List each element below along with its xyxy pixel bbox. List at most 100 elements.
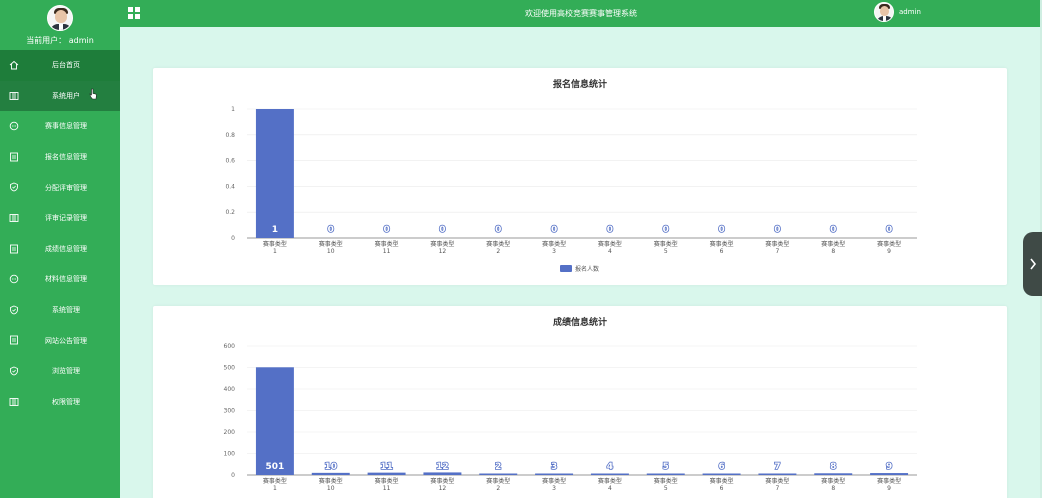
document-icon <box>9 335 19 345</box>
score-chart: 成绩信息统计0100200300400500600501赛事类型110赛事类型1… <box>224 316 917 492</box>
x-tick-label-line2: 10 <box>327 248 335 255</box>
x-tick-label: 赛事类型 <box>710 477 734 485</box>
x-tick-label-line2: 5 <box>664 485 668 492</box>
shield-icon <box>9 182 19 192</box>
current-user-name: admin <box>68 36 94 45</box>
message-icon <box>9 121 19 131</box>
current-user-text: 当前用户： admin <box>0 35 120 46</box>
x-tick-label: 赛事类型 <box>486 477 510 485</box>
bar-data-label: 0 <box>607 225 613 235</box>
shield-icon <box>9 366 19 376</box>
legend-swatch <box>560 265 572 272</box>
bar-data-label: 10 <box>324 462 337 472</box>
bar-data-label: 0 <box>718 225 724 235</box>
x-tick-label: 赛事类型 <box>765 240 789 248</box>
score-chart-panel: 成绩信息统计 0 100 200 300 400 500 600 501 赛事类型 1 10 赛事类型 1… <box>153 306 1007 498</box>
shield-icon <box>9 305 19 315</box>
y-tick-label: 0.2 <box>225 209 235 216</box>
avatar[interactable] <box>47 5 73 31</box>
document-icon <box>9 244 19 254</box>
bar-data-label: 0 <box>886 225 892 235</box>
y-tick-label: 0.6 <box>225 158 235 165</box>
bar-data-label: 0 <box>383 225 389 235</box>
columns-icon <box>9 213 19 223</box>
x-tick-label-line2: 6 <box>720 485 724 492</box>
x-tick-label-line2: 2 <box>496 248 500 255</box>
x-tick-label: 赛事类型 <box>821 240 845 248</box>
x-tick-label-line2: 2 <box>496 485 500 492</box>
x-tick-label: 赛事类型 <box>821 477 845 485</box>
bar-data-label: 11 <box>380 462 393 472</box>
x-tick-label-line2: 3 <box>552 485 556 492</box>
chart-bar <box>367 472 406 475</box>
sidebar-item-1[interactable]: 后台首页 <box>0 50 120 81</box>
chart-bar <box>255 109 294 238</box>
chart-bar <box>870 473 909 475</box>
y-tick-label: 600 <box>224 343 236 350</box>
x-tick-label: 赛事类型 <box>598 477 622 485</box>
sidebar-item-11[interactable]: 浏览管理 <box>0 356 120 387</box>
x-tick-label-line2: 11 <box>383 485 391 492</box>
x-tick-label: 赛事类型 <box>263 477 287 485</box>
chart-bar <box>255 367 294 475</box>
sidebar-item-4[interactable]: 报名信息管理 <box>0 142 120 173</box>
bar-data-label: 7 <box>774 462 780 472</box>
sidebar-item-5[interactable]: 分配评审管理 <box>0 172 120 203</box>
x-tick-label: 赛事类型 <box>430 240 454 248</box>
chart-bar <box>535 473 574 475</box>
bar-data-label: 501 <box>266 462 285 472</box>
bar-data-label: 1 <box>272 225 278 235</box>
document-icon <box>9 152 19 162</box>
x-tick-label: 赛事类型 <box>263 240 287 248</box>
bar-data-label: 0 <box>663 225 669 235</box>
chart-bar <box>590 473 629 475</box>
x-tick-label-line2: 9 <box>887 485 891 492</box>
sidebar-user-box: 当前用户： admin <box>0 0 120 50</box>
sidebar-item-12[interactable]: 权限管理 <box>0 387 120 418</box>
x-tick-label: 赛事类型 <box>598 240 622 248</box>
x-tick-label-line2: 4 <box>608 248 612 255</box>
right-drawer-toggle[interactable] <box>1023 232 1042 296</box>
y-tick-label: 0.4 <box>225 183 235 190</box>
sidebar-item-2[interactable]: 系统用户 <box>0 80 120 112</box>
y-tick-label: 0.8 <box>225 132 235 139</box>
y-tick-label: 100 <box>224 451 236 458</box>
x-tick-label: 赛事类型 <box>877 477 901 485</box>
x-tick-label-line2: 1 <box>273 248 277 255</box>
sidebar-item-6[interactable]: 评审记录管理 <box>0 203 120 234</box>
sidebar: 当前用户： admin 后台首页 系统用户 赛事信息管理 报名信息管理 分配评审管理 评审… <box>0 0 120 498</box>
x-tick-label: 赛事类型 <box>765 477 789 485</box>
y-tick-label: 1 <box>231 106 235 113</box>
x-tick-label-line2: 5 <box>664 248 668 255</box>
sidebar-item-10[interactable]: 网站公告管理 <box>0 325 120 356</box>
sidebar-item-8[interactable]: 材料信息管理 <box>0 264 120 295</box>
chart-title: 成绩信息统计 <box>553 316 607 328</box>
sidebar-item-9[interactable]: 系统管理 <box>0 295 120 326</box>
registration-chart: 报名信息统计00.20.40.60.811赛事类型10赛事类型100赛事类型11… <box>225 78 917 273</box>
chart-bar <box>758 473 797 475</box>
chart-bar <box>814 473 853 475</box>
message-icon <box>9 274 19 284</box>
sidebar-item-7[interactable]: 成绩信息管理 <box>0 234 120 265</box>
x-tick-label-line2: 7 <box>776 485 780 492</box>
chart-bar <box>702 473 741 475</box>
x-tick-label: 赛事类型 <box>375 477 399 485</box>
bar-data-label: 9 <box>886 462 892 472</box>
y-tick-label: 0 <box>231 472 235 479</box>
x-tick-label-line2: 11 <box>383 248 391 255</box>
header-user-menu[interactable]: admin <box>874 2 921 22</box>
chevron-right-icon <box>1029 258 1036 270</box>
x-tick-label: 赛事类型 <box>319 477 343 485</box>
x-tick-label-line2: 1 <box>273 485 277 492</box>
x-tick-label-line2: 12 <box>439 485 447 492</box>
top-header: 欢迎使用高校竞赛赛事管理系统 admin <box>120 0 1042 27</box>
bar-data-label: 4 <box>607 462 613 472</box>
bar-data-label: 0 <box>328 225 334 235</box>
bar-data-label: 0 <box>495 225 501 235</box>
avatar <box>874 2 894 22</box>
sidebar-item-3[interactable]: 赛事信息管理 <box>0 111 120 142</box>
x-tick-label: 赛事类型 <box>430 477 454 485</box>
y-tick-label: 200 <box>224 429 236 436</box>
chart-bar <box>423 472 462 475</box>
columns-icon <box>9 397 19 407</box>
